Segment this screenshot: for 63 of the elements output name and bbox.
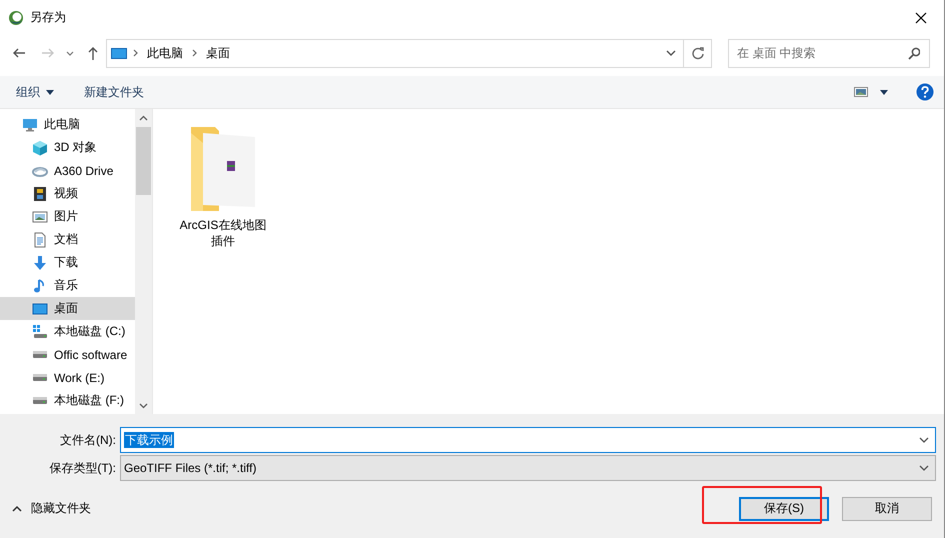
file-type-dropdown[interactable]: GeoTIFF Files (*.tif; *.tiff) bbox=[120, 455, 936, 481]
cancel-button[interactable]: 取消 bbox=[842, 496, 932, 520]
address-bar[interactable]: 此电脑 桌面 bbox=[106, 38, 712, 68]
sidebar-item[interactable]: 桌面 bbox=[0, 297, 135, 320]
sidebar-item[interactable]: 本地磁盘 (F:) bbox=[0, 389, 135, 412]
cube-icon bbox=[32, 140, 48, 156]
refresh-icon bbox=[692, 46, 704, 60]
desktop-icon bbox=[32, 300, 48, 316]
breadcrumb[interactable]: 桌面 bbox=[203, 44, 233, 62]
chevron-down-icon bbox=[139, 402, 148, 408]
caret-down-icon bbox=[46, 90, 54, 94]
chevron-up-icon bbox=[12, 505, 22, 512]
film-icon bbox=[32, 186, 48, 202]
drive-icon bbox=[33, 351, 47, 358]
chevron-down-icon bbox=[66, 50, 74, 56]
down-arrow-icon bbox=[32, 254, 48, 270]
drive-icon bbox=[32, 324, 48, 340]
sidebar-item[interactable]: 图片 bbox=[0, 205, 135, 228]
sidebar-item[interactable]: A360 Drive bbox=[0, 159, 135, 182]
up-arrow-icon bbox=[86, 46, 99, 60]
chevron-down-icon bbox=[919, 437, 929, 443]
sidebar-item[interactable]: Work (E:) bbox=[0, 366, 135, 389]
organize-menu[interactable]: 组织 bbox=[8, 80, 62, 104]
picture-icon bbox=[854, 87, 868, 97]
sidebar-item[interactable]: 3D 对象 bbox=[0, 136, 135, 159]
scrollbar[interactable] bbox=[135, 109, 152, 414]
window-title: 另存为 bbox=[30, 9, 67, 26]
drive-icon bbox=[33, 374, 47, 381]
back-arrow-icon bbox=[12, 47, 26, 59]
chevron-down-icon bbox=[919, 465, 929, 471]
new-folder-button[interactable]: 新建文件夹 bbox=[76, 80, 152, 104]
sidebar-item[interactable]: 下载 bbox=[0, 251, 135, 274]
field-label: 文件名(N): bbox=[59, 432, 117, 448]
search-field[interactable]: 在 桌面 中搜索 bbox=[728, 38, 930, 68]
filename-field[interactable]: 下载示例 bbox=[120, 427, 936, 453]
sidebar-item[interactable]: Offic software bbox=[0, 343, 135, 366]
chevron-right-icon bbox=[133, 49, 138, 57]
close-icon bbox=[915, 12, 927, 24]
breadcrumb[interactable]: 此电脑 bbox=[144, 44, 186, 62]
document-icon bbox=[32, 232, 48, 248]
save-button[interactable]: 保存(S) bbox=[739, 496, 829, 520]
caret-down-icon bbox=[880, 90, 888, 94]
chevron-up-icon bbox=[139, 114, 148, 120]
sidebar-item[interactable]: 音乐 bbox=[0, 274, 135, 297]
help-icon bbox=[916, 83, 934, 101]
desktop-icon bbox=[111, 48, 127, 58]
chevron-right-icon bbox=[192, 49, 197, 57]
drive-icon bbox=[33, 397, 47, 404]
file-item[interactable]: ArcGIS在线地图插件 bbox=[177, 123, 269, 249]
sidebar-item[interactable]: 文档 bbox=[0, 228, 135, 251]
field-label: 保存类型(T): bbox=[48, 460, 117, 476]
forward-arrow-icon bbox=[40, 47, 55, 59]
monitor-icon bbox=[22, 116, 38, 132]
picture-icon bbox=[32, 208, 48, 224]
chevron-down-icon bbox=[666, 50, 676, 56]
help-button[interactable] bbox=[916, 83, 934, 101]
hide-folders-button[interactable]: 隐藏文件夹 bbox=[0, 500, 91, 517]
app-logo-icon bbox=[8, 10, 24, 26]
sidebar-item[interactable]: 视频 bbox=[0, 182, 135, 205]
search-icon bbox=[908, 46, 920, 60]
sidebar-item[interactable]: 此电脑 bbox=[0, 113, 135, 136]
sidebar-item[interactable]: 本地磁盘 (C:) bbox=[0, 320, 135, 343]
scrollbar-thumb[interactable] bbox=[136, 127, 151, 195]
